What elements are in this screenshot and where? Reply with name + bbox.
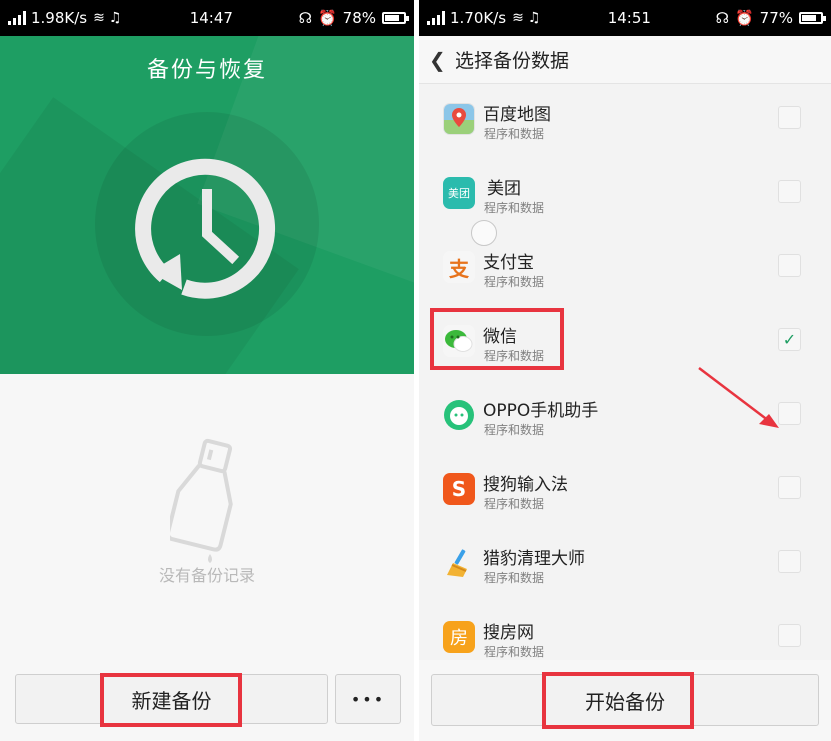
list-item[interactable]: 美团 美团 程序和数据 [419, 158, 831, 232]
app-checkbox[interactable] [778, 476, 801, 499]
list-item[interactable]: 支 支付宝 程序和数据 [419, 232, 831, 306]
battery-icon [799, 12, 826, 24]
cleaner-broom-icon [443, 547, 475, 579]
empty-message: 没有备份记录 [158, 566, 255, 585]
backup-restore-screen: 1.98K/s ≋ ♫ 14:47 ☊ ⏰ 78% 备份与恢复 没有备份记录 新… [0, 0, 414, 741]
notification-icons: ≋ ♫ [93, 10, 121, 26]
backup-clock-icon [135, 158, 276, 299]
select-backup-data-screen: 1.70K/s ≋ ♫ 14:51 ☊ ⏰ 77% ❮ 选择备份数据 百度地图 … [419, 0, 831, 741]
signal-icon [427, 11, 445, 25]
headset-icon: ☊ [298, 9, 312, 27]
battery-percent: 78% [342, 9, 376, 27]
chevron-left-icon[interactable]: ❮ [429, 48, 451, 72]
app-subtitle: 程序和数据 [484, 423, 545, 437]
app-checkbox[interactable] [778, 550, 801, 573]
app-subtitle: 程序和数据 [484, 127, 545, 141]
headset-icon: ☊ [715, 9, 729, 27]
page-header: ❮ 选择备份数据 [419, 36, 831, 84]
app-checkbox[interactable] [778, 180, 801, 203]
app-name: 搜房网 [483, 623, 534, 643]
list-item[interactable]: 百度地图 程序和数据 [419, 84, 831, 158]
app-subtitle: 程序和数据 [484, 201, 545, 215]
highlight-box [542, 672, 694, 729]
status-bar: 1.70K/s ≋ ♫ 14:51 ☊ ⏰ 77% [419, 0, 831, 36]
page-title: 选择备份数据 [455, 50, 570, 72]
meituan-icon: 美团 [443, 177, 475, 209]
network-speed: 1.98K/s [31, 9, 88, 27]
app-subtitle: 程序和数据 [484, 275, 545, 289]
notification-icons: ≋ ♫ [512, 10, 540, 26]
bottom-bar: 开始备份 [419, 660, 831, 741]
status-bar: 1.98K/s ≋ ♫ 14:47 ☊ ⏰ 78% [0, 0, 414, 36]
list-item[interactable]: S 搜狗输入法 程序和数据 [419, 454, 831, 528]
network-speed: 1.70K/s [450, 9, 507, 27]
app-subtitle: 程序和数据 [484, 645, 545, 659]
music-icon: ♫ [108, 10, 122, 26]
alarm-icon: ⏰ [317, 9, 337, 27]
app-checkbox[interactable] [778, 106, 801, 129]
app-name: 美团 [487, 179, 521, 199]
bottom-bar: 新建备份 ••• [0, 669, 414, 741]
app-name: 搜狗输入法 [483, 475, 568, 495]
oppo-assistant-icon [443, 399, 475, 431]
app-subtitle: 程序和数据 [484, 571, 545, 585]
more-options-button[interactable]: ••• [335, 674, 401, 724]
app-list[interactable]: 百度地图 程序和数据 美团 美团 程序和数据 支 支付宝 程序和数据 微信 程序… [419, 84, 831, 660]
sogou-input-icon: S [443, 473, 475, 505]
app-name: 猎豹清理大师 [483, 549, 585, 569]
highlight-box [430, 308, 564, 370]
status-time: 14:51 [607, 9, 651, 27]
hero-banner: 备份与恢复 [0, 36, 414, 374]
alipay-icon: 支 [443, 251, 475, 283]
app-checkbox[interactable] [778, 624, 801, 647]
wifi-icon: ≋ [512, 10, 524, 26]
list-item[interactable]: 房 搜房网 程序和数据 [419, 602, 831, 660]
empty-state: 没有备份记录 [0, 374, 414, 669]
empty-bottle-icon [170, 438, 233, 563]
app-subtitle: 程序和数据 [484, 497, 545, 511]
list-item[interactable]: 猎豹清理大师 程序和数据 [419, 528, 831, 602]
battery-icon [382, 12, 409, 24]
highlight-box [100, 673, 242, 727]
soufang-icon: 房 [443, 621, 475, 653]
pointer-arrow-icon [698, 367, 779, 428]
page-title: 备份与恢复 [146, 58, 267, 83]
app-name: 支付宝 [483, 253, 534, 273]
app-checkbox[interactable]: ✓ [778, 328, 801, 351]
status-time: 14:47 [189, 9, 233, 27]
battery-percent: 77% [759, 9, 793, 27]
music-icon: ♫ [527, 10, 541, 26]
signal-icon [8, 11, 26, 25]
app-name: OPPO手机助手 [483, 401, 599, 421]
app-checkbox[interactable] [778, 254, 801, 277]
baidu-map-icon [443, 103, 475, 135]
wifi-icon: ≋ [93, 10, 105, 26]
app-name: 百度地图 [483, 105, 551, 125]
alarm-icon: ⏰ [734, 9, 754, 27]
